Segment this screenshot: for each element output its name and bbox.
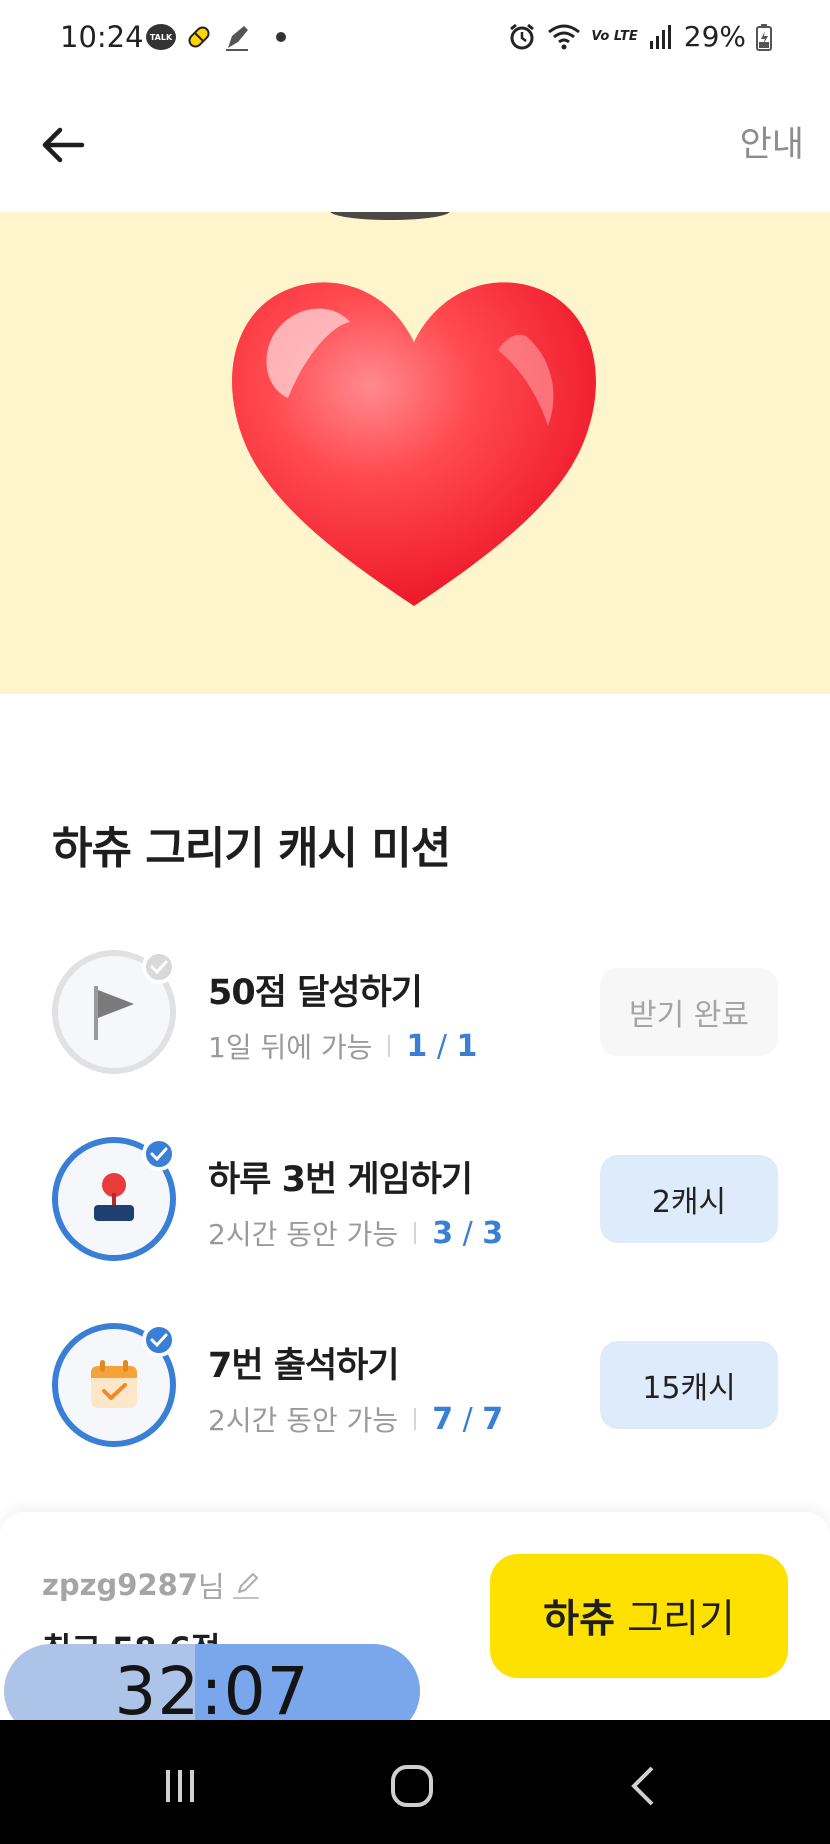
battery-icon: [756, 23, 772, 51]
mission-icon: [52, 1323, 176, 1447]
check-icon: [150, 960, 168, 974]
mission-section-title: 하츄 그리기 캐시 미션: [52, 823, 451, 874]
progress-done: 1: [406, 1028, 428, 1064]
recent-apps-icon: [166, 1770, 194, 1802]
heart-image: [232, 282, 596, 606]
mission-meta: 2시간 동안 가능 3 / 3: [208, 1213, 503, 1253]
pill-icon: [188, 26, 210, 48]
mission-meta: 2시간 동안 가능 7 / 7: [208, 1399, 503, 1439]
draw-button-label: 그리기: [627, 1597, 735, 1642]
progress-done: 3: [432, 1215, 454, 1251]
status-bar: 10:24 TALK Vo LTE 29%: [0, 0, 830, 78]
chevron-left-icon: [631, 1766, 654, 1806]
recent-apps-button[interactable]: [140, 1746, 220, 1826]
completed-badge: [142, 950, 176, 984]
mission-meta: 1일 뒤에 가능 1 / 1: [208, 1026, 477, 1066]
notification-icons: TALK: [146, 22, 286, 52]
check-icon: [150, 1147, 168, 1161]
top-app-bar: 안내: [0, 78, 830, 212]
wifi-icon: [548, 24, 581, 49]
battery-percent: 29%: [683, 20, 746, 53]
start-drawing-button[interactable]: 하츄 그리기: [490, 1554, 788, 1678]
divider: [414, 1222, 417, 1244]
mission-title: 하루 3번 게임하기: [208, 1160, 473, 1200]
back-nav-button[interactable]: [604, 1746, 684, 1826]
check-icon: [150, 1333, 168, 1347]
back-button[interactable]: [36, 118, 90, 172]
calendar-check-icon: [91, 1360, 137, 1408]
mission-availability: 2시간 동안 가능: [208, 1404, 399, 1437]
info-link[interactable]: 안내: [740, 116, 804, 167]
volte-icon: Vo LTE: [591, 29, 638, 44]
user-name-row: zpzg9287 님: [42, 1564, 263, 1606]
claimed-button[interactable]: 받기 완료: [600, 968, 778, 1056]
home-button[interactable]: [372, 1746, 452, 1826]
arrow-left-icon: [42, 127, 85, 163]
mission-item-score: 50점 달성하기 1일 뒤에 가능 1 / 1 받기 완료: [0, 950, 830, 1080]
user-suffix: 님: [198, 1570, 225, 1604]
joystick-icon: [94, 1173, 134, 1221]
mission-progress: 1 / 1: [406, 1028, 478, 1064]
mission-icon: [52, 1137, 176, 1261]
flag-icon: [94, 986, 134, 1040]
signal-icon: [649, 24, 671, 49]
draw-button-bold: 하츄: [543, 1597, 616, 1642]
mission-availability: 1일 뒤에 가능: [208, 1031, 373, 1064]
user-id: zpzg9287: [42, 1568, 198, 1602]
mission-icon: [52, 950, 176, 1074]
system-icons: Vo LTE 29%: [507, 20, 772, 53]
progress-total: 3: [482, 1215, 504, 1251]
divider: [414, 1408, 417, 1430]
home-icon: [391, 1765, 433, 1807]
divider: [388, 1035, 391, 1057]
reward-button[interactable]: 2캐시: [600, 1155, 778, 1243]
mission-progress: 3 / 3: [432, 1215, 504, 1251]
mission-item-attendance: 7번 출석하기 2시간 동안 가능 7 / 7 15캐시: [0, 1323, 830, 1453]
hero-top-edge: [330, 212, 450, 220]
mission-progress: 7 / 7: [432, 1401, 504, 1437]
hero-banner: [0, 212, 830, 694]
system-navigation-bar: [0, 1720, 830, 1844]
mission-availability: 2시간 동안 가능: [208, 1218, 399, 1251]
reward-button[interactable]: 15캐시: [600, 1341, 778, 1429]
mission-item-play: 하루 3번 게임하기 2시간 동안 가능 3 / 3 2캐시: [0, 1137, 830, 1267]
mission-title: 50점 달성하기: [208, 973, 423, 1013]
alarm-icon: [510, 23, 535, 49]
more-notifications-dot: [276, 32, 286, 42]
progress-done: 7: [432, 1401, 454, 1437]
pencil-icon[interactable]: [229, 1568, 263, 1602]
status-time: 10:24: [60, 20, 144, 54]
app-icon: [226, 26, 248, 51]
progress-total: 1: [456, 1028, 478, 1064]
progress-total: 7: [482, 1401, 504, 1437]
completed-badge: [142, 1323, 176, 1357]
mission-title: 7번 출석하기: [208, 1346, 400, 1386]
completed-badge: [142, 1137, 176, 1171]
kakaotalk-icon: TALK: [146, 24, 176, 50]
